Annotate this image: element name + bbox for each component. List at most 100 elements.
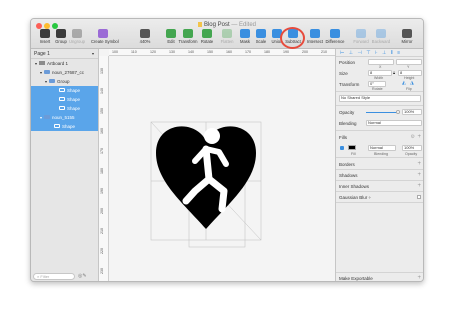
flatten-icon xyxy=(222,29,232,38)
divider xyxy=(336,157,423,158)
difference-button[interactable]: Difference xyxy=(323,29,347,48)
fill-checkbox[interactable] xyxy=(340,146,344,150)
blending-sublabel: Blending xyxy=(374,152,388,156)
sidebar-tools: ◎✎ xyxy=(78,273,87,279)
highlight-circle xyxy=(280,27,305,49)
edited-status: — Edited xyxy=(231,22,257,28)
shadows-section[interactable]: Shadows + xyxy=(336,170,423,181)
fill-opacity-field[interactable]: 100% xyxy=(402,145,422,151)
ungroup-button[interactable]: Ungroup xyxy=(65,29,89,48)
shape-icon xyxy=(59,88,65,92)
borders-section[interactable]: Borders + xyxy=(336,159,423,170)
position-row: Position X Y xyxy=(336,57,423,69)
edit-pencil-icon[interactable]: ✎ xyxy=(82,273,86,279)
fill-color-swatch[interactable] xyxy=(348,145,356,150)
blending-select[interactable]: Normal xyxy=(366,120,422,126)
layer-row[interactable]: ▾ Artboard 1 xyxy=(31,59,98,68)
blending-label: Blending xyxy=(339,121,357,126)
transform-label: Transform xyxy=(339,82,360,87)
transform-icon xyxy=(183,29,193,38)
mirror-icon xyxy=(402,29,412,38)
difference-icon xyxy=(330,29,340,38)
opacity-slider[interactable] xyxy=(366,110,400,114)
page-selector[interactable]: Page 1 ▾ xyxy=(31,49,98,59)
size-row: Size 8 🔒︎ 8 Width Height xyxy=(336,68,423,80)
zoom-button[interactable]: 440% xyxy=(133,29,157,48)
mirror-button[interactable]: Mirror xyxy=(395,29,419,48)
slider-knob[interactable] xyxy=(396,110,400,114)
layer-row[interactable]: Shape xyxy=(31,95,98,104)
opacity-field[interactable]: 100% xyxy=(402,109,422,115)
layer-label: Artboard 1 xyxy=(47,61,69,66)
fills-section: Fills ⚙ + xyxy=(336,132,423,143)
window-title: Blog Post — Edited xyxy=(31,22,423,28)
layer-label: Shape xyxy=(67,106,81,111)
add-shadow-icon[interactable]: + xyxy=(417,172,421,178)
filter-placeholder: Filter xyxy=(40,274,50,279)
flip-horizontal-icon[interactable]: ◭ xyxy=(402,80,406,86)
layers-sidebar: Page 1 ▾ ▾ Artboard 1 ▾ noun_27687_cc ▾ Group… xyxy=(31,49,99,281)
rotate-label: Rotate xyxy=(372,87,383,91)
document-name: Blog Post xyxy=(203,22,230,28)
layer-row[interactable]: Shape xyxy=(31,86,98,95)
shape-icon xyxy=(59,106,65,110)
backward-icon xyxy=(376,29,386,38)
ungroup-icon xyxy=(72,29,82,38)
difference-label: Difference xyxy=(325,39,345,44)
backward-label: Backward xyxy=(371,39,391,44)
layer-row[interactable]: Shape xyxy=(31,122,98,131)
shared-style-select[interactable]: No Shared Style xyxy=(339,95,421,102)
layer-row[interactable]: ▾ Group xyxy=(31,77,98,86)
inspector-panel: ⊢ ⊥ ⊣ ⊤ ⊦ ⊥ ⫴ ≡ Position X Y Size 8 🔒︎ 8… xyxy=(335,49,423,281)
layer-list: ▾ Artboard 1 ▾ noun_27687_cc ▾ Group Shape Shap… xyxy=(31,59,98,131)
layer-label: noun_27687_cc xyxy=(52,70,85,75)
document-icon xyxy=(197,22,202,27)
canvas[interactable]: 100 110 120 130 140 150 160 170 180 190 200 210 130… xyxy=(99,49,335,281)
divider xyxy=(336,91,423,92)
blur-checkbox[interactable] xyxy=(417,195,421,199)
inner-shadows-section[interactable]: Inner Shadows + xyxy=(336,181,423,192)
artboard-icon xyxy=(39,61,45,65)
blending-row: Blending Normal xyxy=(336,118,423,129)
fill-blending-select[interactable]: Normal xyxy=(368,145,396,151)
app-window: Blog Post — Edited Insert Group Ungroup Cre… xyxy=(30,18,424,282)
add-export-icon[interactable]: + xyxy=(417,275,421,281)
divider xyxy=(336,105,423,106)
settings-icon[interactable]: ⚙ xyxy=(411,134,415,140)
zoom-icon xyxy=(140,29,150,38)
layer-row[interactable]: ▾ noun_5155 xyxy=(31,113,98,122)
mirror-label: Mirror xyxy=(401,39,413,44)
shape-icon xyxy=(59,97,65,101)
fill-sublabel: Fill xyxy=(351,152,356,156)
add-border-icon[interactable]: + xyxy=(417,161,421,167)
filter-input[interactable]: ⌕ Filter xyxy=(33,273,75,280)
alignment-tools[interactable]: ⊢ ⊥ ⊣ ⊤ ⊦ ⊥ ⫴ ≡ xyxy=(336,49,423,57)
add-fill-icon[interactable]: + xyxy=(417,134,421,140)
layer-row[interactable]: ▾ noun_27687_cc xyxy=(31,68,98,77)
gaussian-blur-section[interactable]: Gaussian Blur ÷ xyxy=(336,192,423,203)
lock-icon[interactable]: 🔒︎ xyxy=(393,70,395,75)
export-section[interactable]: Make Exportable + xyxy=(336,272,423,281)
page-label: Page 1 xyxy=(34,51,50,57)
title-bar: Blog Post — Edited Insert Group Ungroup Cre… xyxy=(31,19,423,49)
layer-row[interactable]: Shape xyxy=(31,104,98,113)
layer-label: Shape xyxy=(67,97,81,102)
inner-shadows-label: Inner Shadows xyxy=(339,184,370,189)
rotate-icon xyxy=(202,29,212,38)
ungroup-label: Ungroup xyxy=(68,39,86,44)
add-inner-shadow-icon[interactable]: + xyxy=(417,183,421,189)
position-label: Position xyxy=(339,60,356,65)
create-symbol-label: Create Symbol xyxy=(91,39,119,44)
layer-label: Shape xyxy=(67,88,81,93)
transform-row: Transform 0° ◭ ◮ Rotate Flip xyxy=(336,79,423,91)
layer-label: Group xyxy=(57,79,70,84)
create-symbol-button[interactable]: Create Symbol xyxy=(91,29,119,48)
opacity-label: Opacity xyxy=(339,110,355,115)
borders-label: Borders xyxy=(339,162,355,167)
opacity-sublabel: Opacity xyxy=(405,152,418,156)
flip-vertical-icon[interactable]: ◮ xyxy=(410,80,414,86)
layer-label: Shape xyxy=(62,124,76,129)
backward-button[interactable]: Backward xyxy=(369,29,393,48)
symbol-icon xyxy=(98,29,108,38)
make-exportable-label: Make Exportable xyxy=(339,276,373,281)
